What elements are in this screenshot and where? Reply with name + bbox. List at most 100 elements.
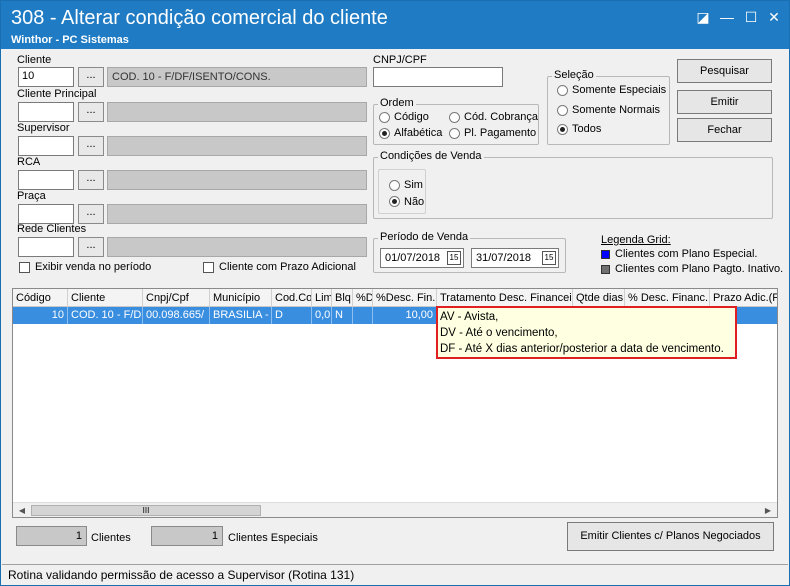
cliente-description: COD. 10 - F/DF/ISENTO/CONS. [107,67,367,87]
rede-clientes-input[interactable] [18,237,74,257]
grid-header-cell[interactable]: Cliente [68,289,143,307]
ordem-title: Ordem [378,97,416,109]
rca-description [107,170,367,190]
rca-label: RCA [17,156,41,168]
praca-input[interactable] [18,204,74,224]
cliente-code-input[interactable]: 10 [18,67,74,87]
grid-cell: 00.098.665/ [143,307,210,324]
scroll-left-icon[interactable]: ◀ [15,504,29,517]
scrollbar-thumb[interactable]: III [31,505,261,516]
legenda-especial-label: Clientes com Plano Especial. [615,248,758,260]
condicoes-nao-radio[interactable] [389,196,400,207]
ordem-pl-pagamento-label: Pl. Pagamento [464,127,537,139]
grid-header: Código Cliente Cnpj/Cpf Município Cod.Co… [13,289,777,307]
cliente-principal-description [107,102,367,122]
periodo-start-date[interactable]: 01/07/2018 15 [380,248,464,268]
grid-header-cell[interactable]: Município [210,289,272,307]
status-bar: Rotina validando permissão de acesso a S… [2,564,788,584]
selecao-normais-radio[interactable] [557,105,568,116]
minimize-button[interactable]: — [717,7,737,27]
periodo-start-value: 01/07/2018 [385,252,441,264]
rede-clientes-lookup-button[interactable]: ... [78,237,104,257]
tooltip-line: AV - Avista, [440,311,499,323]
grid-header-cell[interactable]: % Desc. Financ. [625,289,710,307]
selecao-especiais-radio[interactable] [557,85,568,96]
selecao-normais-label: Somente Normais [572,104,661,116]
legenda-especial-swatch [601,250,610,259]
clientes-count: 1 [16,526,87,546]
grid-header-cell[interactable]: Blq [332,289,353,307]
selecao-todos-label: Todos [572,123,602,135]
clientes-especiais-count: 1 [151,526,223,546]
grid-header-cell[interactable]: Tratamento Desc. Financeir [437,289,573,307]
condicoes-sim-radio[interactable] [389,180,400,191]
grid-cell: D [272,307,312,324]
prazo-adicional-checkbox[interactable] [203,262,214,273]
praca-description [107,204,367,224]
grid-cell: 10,00 [373,307,437,324]
cliente-principal-input[interactable] [18,102,74,122]
restore-icon[interactable]: ◪ [693,7,713,27]
grid-header-cell[interactable]: Qtde dias [573,289,625,307]
ordem-alfabetica-radio[interactable] [379,128,390,139]
title-bar: 308 - Alterar condição comercial do clie… [1,1,789,49]
legenda-inativo-swatch [601,265,610,274]
grid-cell: COD. 10 - F/DF [68,307,143,324]
grid-header-cell[interactable]: Lim [312,289,332,307]
calendar-icon[interactable]: 15 [447,251,461,265]
grid-header-cell[interactable]: Cod.Co [272,289,312,307]
supervisor-lookup-button[interactable]: ... [78,136,104,156]
periodo-end-date[interactable]: 31/07/2018 15 [471,248,559,268]
scroll-right-icon[interactable]: ▶ [761,504,775,517]
grid-cell: N [332,307,353,324]
horizontal-scrollbar[interactable]: ◀ III ▶ [13,502,777,517]
cnpj-label: CNPJ/CPF [373,54,427,66]
praca-label: Praça [17,190,46,202]
cnpj-input[interactable] [373,67,503,87]
close-button[interactable]: ✕ [764,7,784,27]
fechar-button[interactable]: Fechar [677,118,772,142]
grid-header-cell[interactable]: Código [13,289,68,307]
rca-lookup-button[interactable]: ... [78,170,104,190]
praca-lookup-button[interactable]: ... [78,204,104,224]
periodo-end-value: 31/07/2018 [476,252,532,264]
grid-header-cell[interactable]: %D [353,289,373,307]
cliente-principal-lookup-button[interactable]: ... [78,102,104,122]
emitir-button[interactable]: Emitir [677,90,772,114]
tratamento-tooltip: AV - Avista, DV - Até o vencimento, DF -… [436,306,737,359]
calendar-icon[interactable]: 15 [542,251,556,265]
grid-header-cell[interactable]: Prazo Adic.(F [710,289,777,307]
exibir-venda-checkbox[interactable] [19,262,30,273]
selecao-especiais-label: Somente Especiais [572,84,667,96]
selecao-title: Seleção [552,69,596,81]
pesquisar-button[interactable]: Pesquisar [677,59,772,83]
ordem-pl-pagamento-radio[interactable] [449,128,460,139]
rca-input[interactable] [18,170,74,190]
selecao-todos-radio[interactable] [557,124,568,135]
ordem-codigo-radio[interactable] [379,112,390,123]
legenda-title: Legenda Grid: [601,234,671,246]
periodo-venda-title: Período de Venda [378,231,471,243]
condicoes-sim-label: Sim [404,179,423,191]
supervisor-input[interactable] [18,136,74,156]
grid-header-cell[interactable]: Cnpj/Cpf [143,289,210,307]
cliente-lookup-button[interactable]: ... [78,67,104,87]
prazo-adicional-label: Cliente com Prazo Adicional [219,261,356,273]
maximize-button[interactable]: ☐ [741,7,761,27]
supervisor-label: Supervisor [17,122,70,134]
condicoes-venda-group: Condições de Venda [373,150,773,219]
condicoes-nao-label: Não [404,196,425,208]
grid-cell: BRASILIA - I [210,307,272,324]
cliente-label: Cliente [17,54,52,66]
clientes-especiais-label: Clientes Especiais [228,532,318,544]
supervisor-description [107,136,367,156]
ordem-cod-cobranca-radio[interactable] [449,112,460,123]
main-window: 308 - Alterar condição comercial do clie… [0,0,790,586]
grid-cell: 10 [13,307,68,324]
clientes-count-label: Clientes [91,532,131,544]
grid-header-cell[interactable]: %Desc. Fin. [373,289,437,307]
ordem-codigo-label: Código [394,111,429,123]
window-title: 308 - Alterar condição comercial do clie… [11,7,388,29]
emitir-planos-button[interactable]: Emitir Clientes c/ Planos Negociados [567,522,774,551]
rede-clientes-description [107,237,367,257]
